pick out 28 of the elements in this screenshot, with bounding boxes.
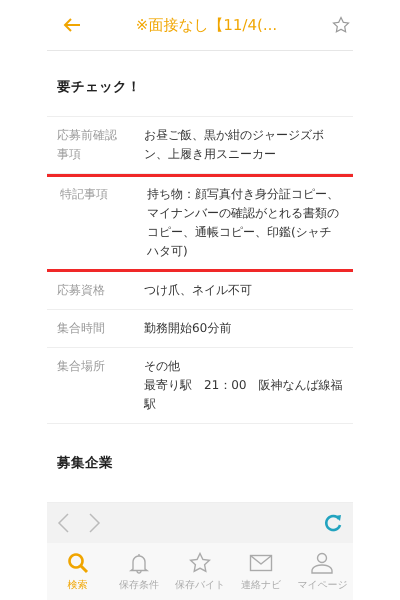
field-value: 最寄り駅 21：00 阪神なんば線福駅 <box>144 377 343 413</box>
field-value: 勤務開始60分前 <box>144 320 232 337</box>
star-icon[interactable] <box>332 16 350 34</box>
star-icon <box>189 552 211 574</box>
envelope-icon <box>249 553 274 573</box>
tab[interactable]: 保存条件 <box>108 543 170 600</box>
bell-icon <box>128 552 150 574</box>
field-label: 集合場所 <box>57 358 106 375</box>
field-value: 持ち物：顔写真付き身分証コピー、マイナンバーの確認がとれる書類のコピー、通帳コピー、印鑑(シャチハタ可) <box>147 186 340 260</box>
tab[interactable]: マイページ <box>292 543 353 600</box>
chevron-left-icon[interactable] <box>57 513 69 533</box>
field-label: 集合時間 <box>57 320 106 337</box>
field-label: 特記事項 <box>60 186 109 203</box>
field-value: その他 <box>144 358 181 375</box>
tab[interactable]: 保存バイト <box>169 543 231 600</box>
person-icon <box>310 552 334 574</box>
tab[interactable]: 連絡ナビ <box>230 543 292 600</box>
page-title: ※面接なし【11/4(... <box>134 16 278 34</box>
search-icon <box>66 552 89 574</box>
chevron-right-icon[interactable] <box>89 513 101 533</box>
tab[interactable]: 検索 <box>47 543 108 600</box>
field-label: 応募前確認事項 <box>57 127 118 163</box>
back-arrow-icon[interactable] <box>63 17 81 33</box>
field-label: 応募資格 <box>57 282 106 299</box>
section-title: 要チェック！ <box>47 51 353 117</box>
reload-icon[interactable] <box>323 513 343 533</box>
field-value: お昼ご飯、黒か紺のジャージズボン、上履き用スニーカー <box>144 127 325 163</box>
field-value: つけ爪、ネイル不可 <box>144 282 253 299</box>
